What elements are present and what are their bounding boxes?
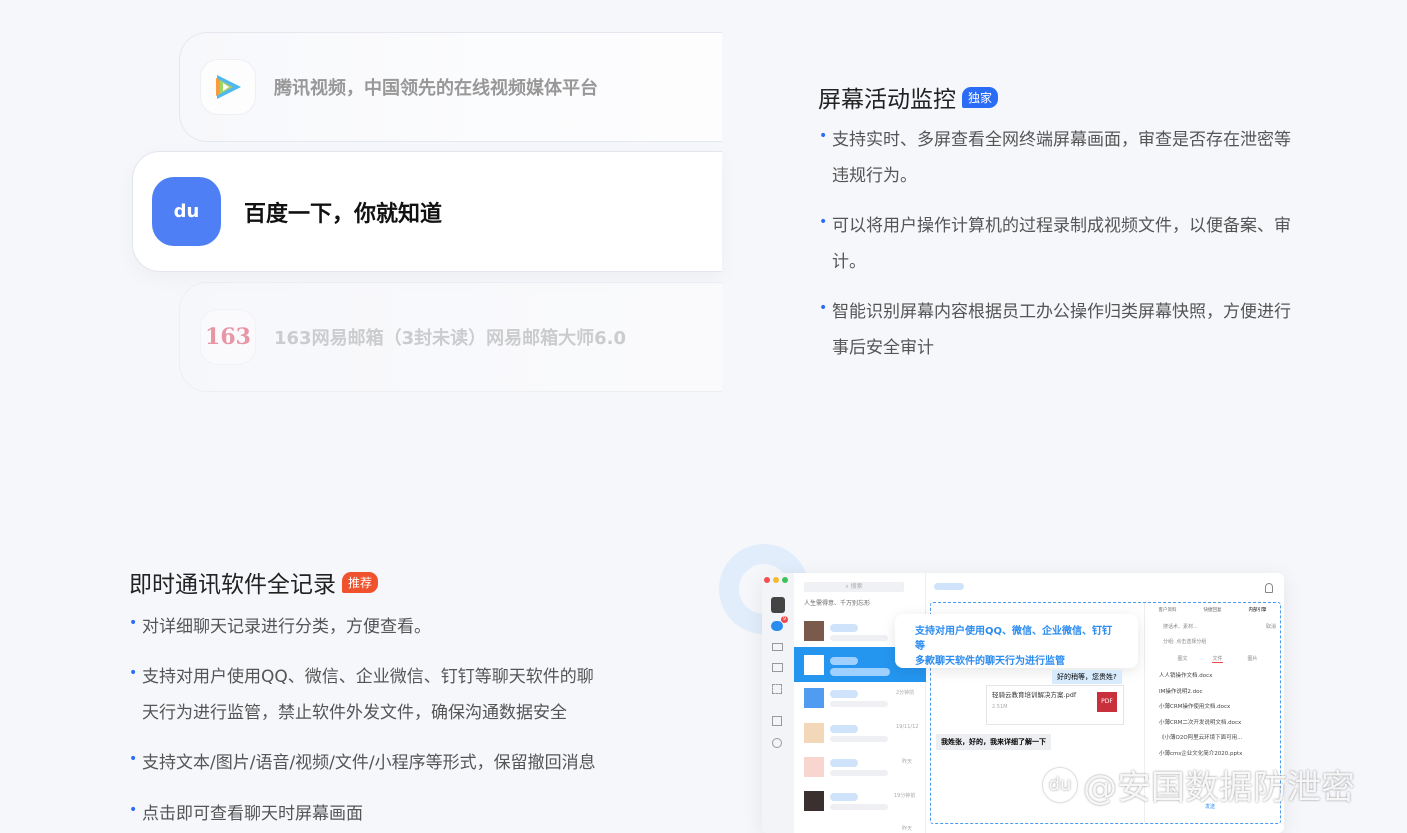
search-input[interactable]: ⌕ 搜索 xyxy=(804,582,904,592)
im-bullet: 对详细聊天记录进行分类，方便查看。 xyxy=(129,605,431,645)
file-item[interactable]: 小薄CRM二次开发说明文档.docx xyxy=(1159,716,1280,732)
file-message[interactable]: 轻骑云教育培训解决方案.pdf 2.51M PDF xyxy=(986,685,1124,725)
conversation-item[interactable] xyxy=(804,621,824,641)
im-bullet: 支持文本/图片/语音/视频/文件/小程序等形式，保留撤回消息 xyxy=(129,741,596,781)
app-card-163: 163 163网易邮箱（3封未读）网易邮箱大师6.0 xyxy=(179,282,722,392)
file-item[interactable]: IM操作说明2.doc xyxy=(1159,685,1280,701)
card-text: 腾讯视频，中国领先的在线视频媒体平台 xyxy=(274,78,598,99)
baidu-icon: du xyxy=(152,177,221,246)
im-bullet: 点击即可查看聊天时屏幕画面 xyxy=(129,792,363,832)
apps-icon[interactable] xyxy=(772,684,782,694)
conversation-avatar xyxy=(804,791,824,811)
im-bullet: 支持对用户使用QQ、微信、企业微信、钉钉等聊天软件的聊天行为进行监管，禁止软件外… xyxy=(129,655,594,731)
im-record-heading: 即时通讯软件全记录 推荐 xyxy=(129,565,379,599)
chat-icon[interactable]: 9 xyxy=(771,616,788,631)
netease-163-icon: 163 xyxy=(200,309,256,365)
app-card-tencent: 腾讯视频，中国领先的在线视频媒体平台 xyxy=(179,32,722,142)
file-item[interactable]: 人人销操作文档.docx xyxy=(1159,669,1280,685)
baidu-paw-icon: du xyxy=(1043,767,1077,802)
conversation-avatar xyxy=(804,655,824,675)
screen-monitor-heading: 屏幕活动监控 独家 xyxy=(818,80,999,114)
tab[interactable]: 客户资料 xyxy=(1159,607,1177,613)
chat-message: 我姓张，好的，我来详细了解一下 xyxy=(936,734,1051,750)
tab[interactable]: 文件 xyxy=(1212,655,1223,663)
conversation-list: ⌕ 搜索 人生需得意、千万别忘形 2分钟前 19/11/12 昨天 19分钟前 … xyxy=(794,573,926,833)
app-sidebar: 9 xyxy=(762,573,794,833)
tab[interactable]: 内部引擎 xyxy=(1249,607,1267,613)
section-title: 即时通讯软件全记录 xyxy=(129,572,336,598)
file-list: 人人销操作文档.docx IM操作说明2.doc 小薄CRM操作使用文档.docx 小… xyxy=(1159,669,1280,762)
user-icon[interactable] xyxy=(1265,583,1273,593)
exclusive-badge: 独家 xyxy=(962,86,999,108)
window-controls xyxy=(764,577,794,583)
conversation-avatar xyxy=(804,757,824,777)
callout: 支持对用户使用QQ、微信、企业微信、钉钉等 多款聊天软件的聊天行为进行监管 xyxy=(895,614,1138,668)
card-text: 163网易邮箱（3封未读）网易邮箱大师6.0 xyxy=(274,328,626,349)
group-name: 人生需得意、千万别忘形 xyxy=(804,600,871,607)
conversation-avatar xyxy=(804,723,824,743)
cancel-button[interactable]: 取消 xyxy=(1266,623,1276,630)
word-icon[interactable] xyxy=(772,716,782,726)
file-item[interactable]: 《小薄O2O阿里云环境下面可用... xyxy=(1159,731,1280,747)
screen-bullet: 支持实时、多屏查看全网终端屏幕画面，审查是否存在泄密等违规行为。 xyxy=(819,118,1291,194)
calendar-icon[interactable] xyxy=(772,663,783,672)
app-card-baidu: du 百度一下，你就知道 xyxy=(132,151,722,272)
screen-bullet: 智能识别屏幕内容根据员工办公操作归类屏幕快照，方便进行事后安全审计 xyxy=(819,290,1291,366)
tab[interactable]: 快捷回复 xyxy=(1204,607,1222,613)
recommend-badge: 推荐 xyxy=(342,571,379,593)
card-text: 百度一下，你就知道 xyxy=(244,201,443,227)
section-title: 屏幕活动监控 xyxy=(818,87,956,113)
chat-message: 好的稍等，您贵姓? xyxy=(1052,670,1122,684)
org-icon[interactable] xyxy=(772,643,783,651)
file-item[interactable]: 小薄CRM操作使用文档.docx xyxy=(1159,700,1280,716)
conversation-avatar xyxy=(804,688,824,708)
group-select[interactable]: 点击选择分组 xyxy=(1176,639,1206,645)
pdf-icon: PDF xyxy=(1097,692,1117,712)
tencent-video-icon xyxy=(200,59,256,115)
settings-icon[interactable] xyxy=(772,738,782,748)
watermark: du @安国数据防泄密 xyxy=(1043,760,1355,809)
screen-bullet: 可以将用户操作计算机的过程录制成视频文件，以便备案、审计。 xyxy=(819,204,1291,280)
tab[interactable]: 图文 xyxy=(1177,655,1187,663)
avatar xyxy=(771,597,785,613)
tab[interactable]: 图片 xyxy=(1247,655,1257,663)
material-search[interactable]: 搜话术、素材... xyxy=(1163,623,1198,630)
